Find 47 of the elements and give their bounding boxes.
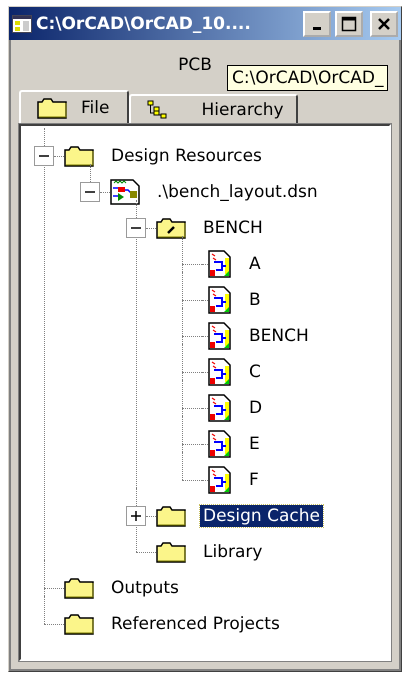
maximize-icon — [341, 16, 357, 32]
hierarchy-icon — [147, 100, 168, 120]
tab[interactable]: File — [19, 90, 130, 124]
tree-item[interactable]: Referenced Projects — [108, 613, 283, 635]
tree-item[interactable]: Design Resources — [108, 145, 265, 167]
folder-icon — [64, 145, 94, 167]
tree-item[interactable]: A — [246, 253, 264, 275]
close-button[interactable] — [370, 10, 398, 36]
tree-item[interactable]: F — [246, 469, 262, 491]
tree-item[interactable]: Outputs — [108, 577, 182, 599]
app-icon — [12, 14, 32, 32]
folder-icon — [156, 505, 186, 527]
close-icon — [377, 16, 391, 30]
folder-icon — [64, 613, 94, 635]
tree-item[interactable]: Design Cache — [200, 505, 323, 527]
tree-item[interactable]: B — [246, 289, 264, 311]
plus-icon — [130, 510, 142, 522]
collapse-toggle[interactable] — [126, 218, 146, 238]
schematic-page-icon — [208, 394, 232, 422]
panel-title: PCB — [178, 55, 212, 75]
folder-icon — [156, 541, 186, 563]
schematic-folder-icon — [156, 217, 186, 239]
folder-icon — [64, 577, 94, 599]
schematic-page-icon — [208, 286, 232, 314]
schematic-page-icon — [208, 430, 232, 458]
tree-item[interactable]: BENCH — [246, 325, 312, 347]
window-title: C:\OrCAD\OrCAD_10.... — [36, 14, 252, 34]
collapse-toggle[interactable] — [80, 182, 100, 202]
schematic-page-icon — [208, 250, 232, 278]
tree-item[interactable]: BENCH — [200, 217, 266, 239]
tree-item[interactable]: .\bench_layout.dsn — [154, 181, 321, 203]
tooltip: C:\OrCAD\OrCAD_ — [227, 65, 388, 91]
folder-icon — [37, 97, 67, 119]
tab[interactable]: Hierarchy — [129, 94, 298, 124]
tree-item[interactable]: E — [246, 433, 263, 455]
collapse-toggle[interactable] — [34, 146, 54, 166]
tree-item[interactable]: Library — [200, 541, 266, 563]
maximize-button[interactable] — [335, 10, 363, 36]
schematic-page-icon — [208, 322, 232, 350]
schematic-page-icon — [208, 466, 232, 494]
minimize-button[interactable] — [303, 10, 331, 36]
tree-item[interactable]: C — [246, 361, 264, 383]
tree-item[interactable]: D — [246, 397, 266, 419]
schematic-page-icon — [208, 358, 232, 386]
schematic-file-icon — [110, 179, 140, 205]
expand-toggle[interactable] — [126, 506, 146, 526]
minimize-icon — [313, 26, 321, 30]
